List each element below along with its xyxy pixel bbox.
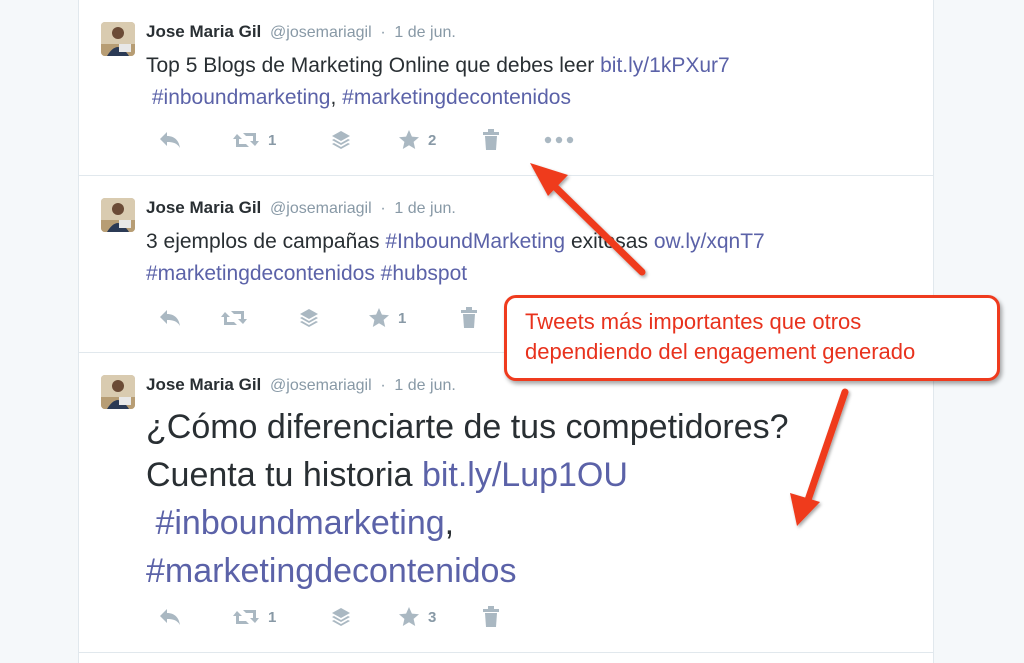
callout-line2: dependiendo del engagement generado [525, 339, 916, 364]
arrow-down [790, 388, 849, 526]
callout-line1: Tweets más importantes que otros [525, 309, 862, 334]
annotation-callout: Tweets más importantes que otros dependi… [504, 295, 1000, 381]
arrow-up-left [530, 163, 646, 276]
